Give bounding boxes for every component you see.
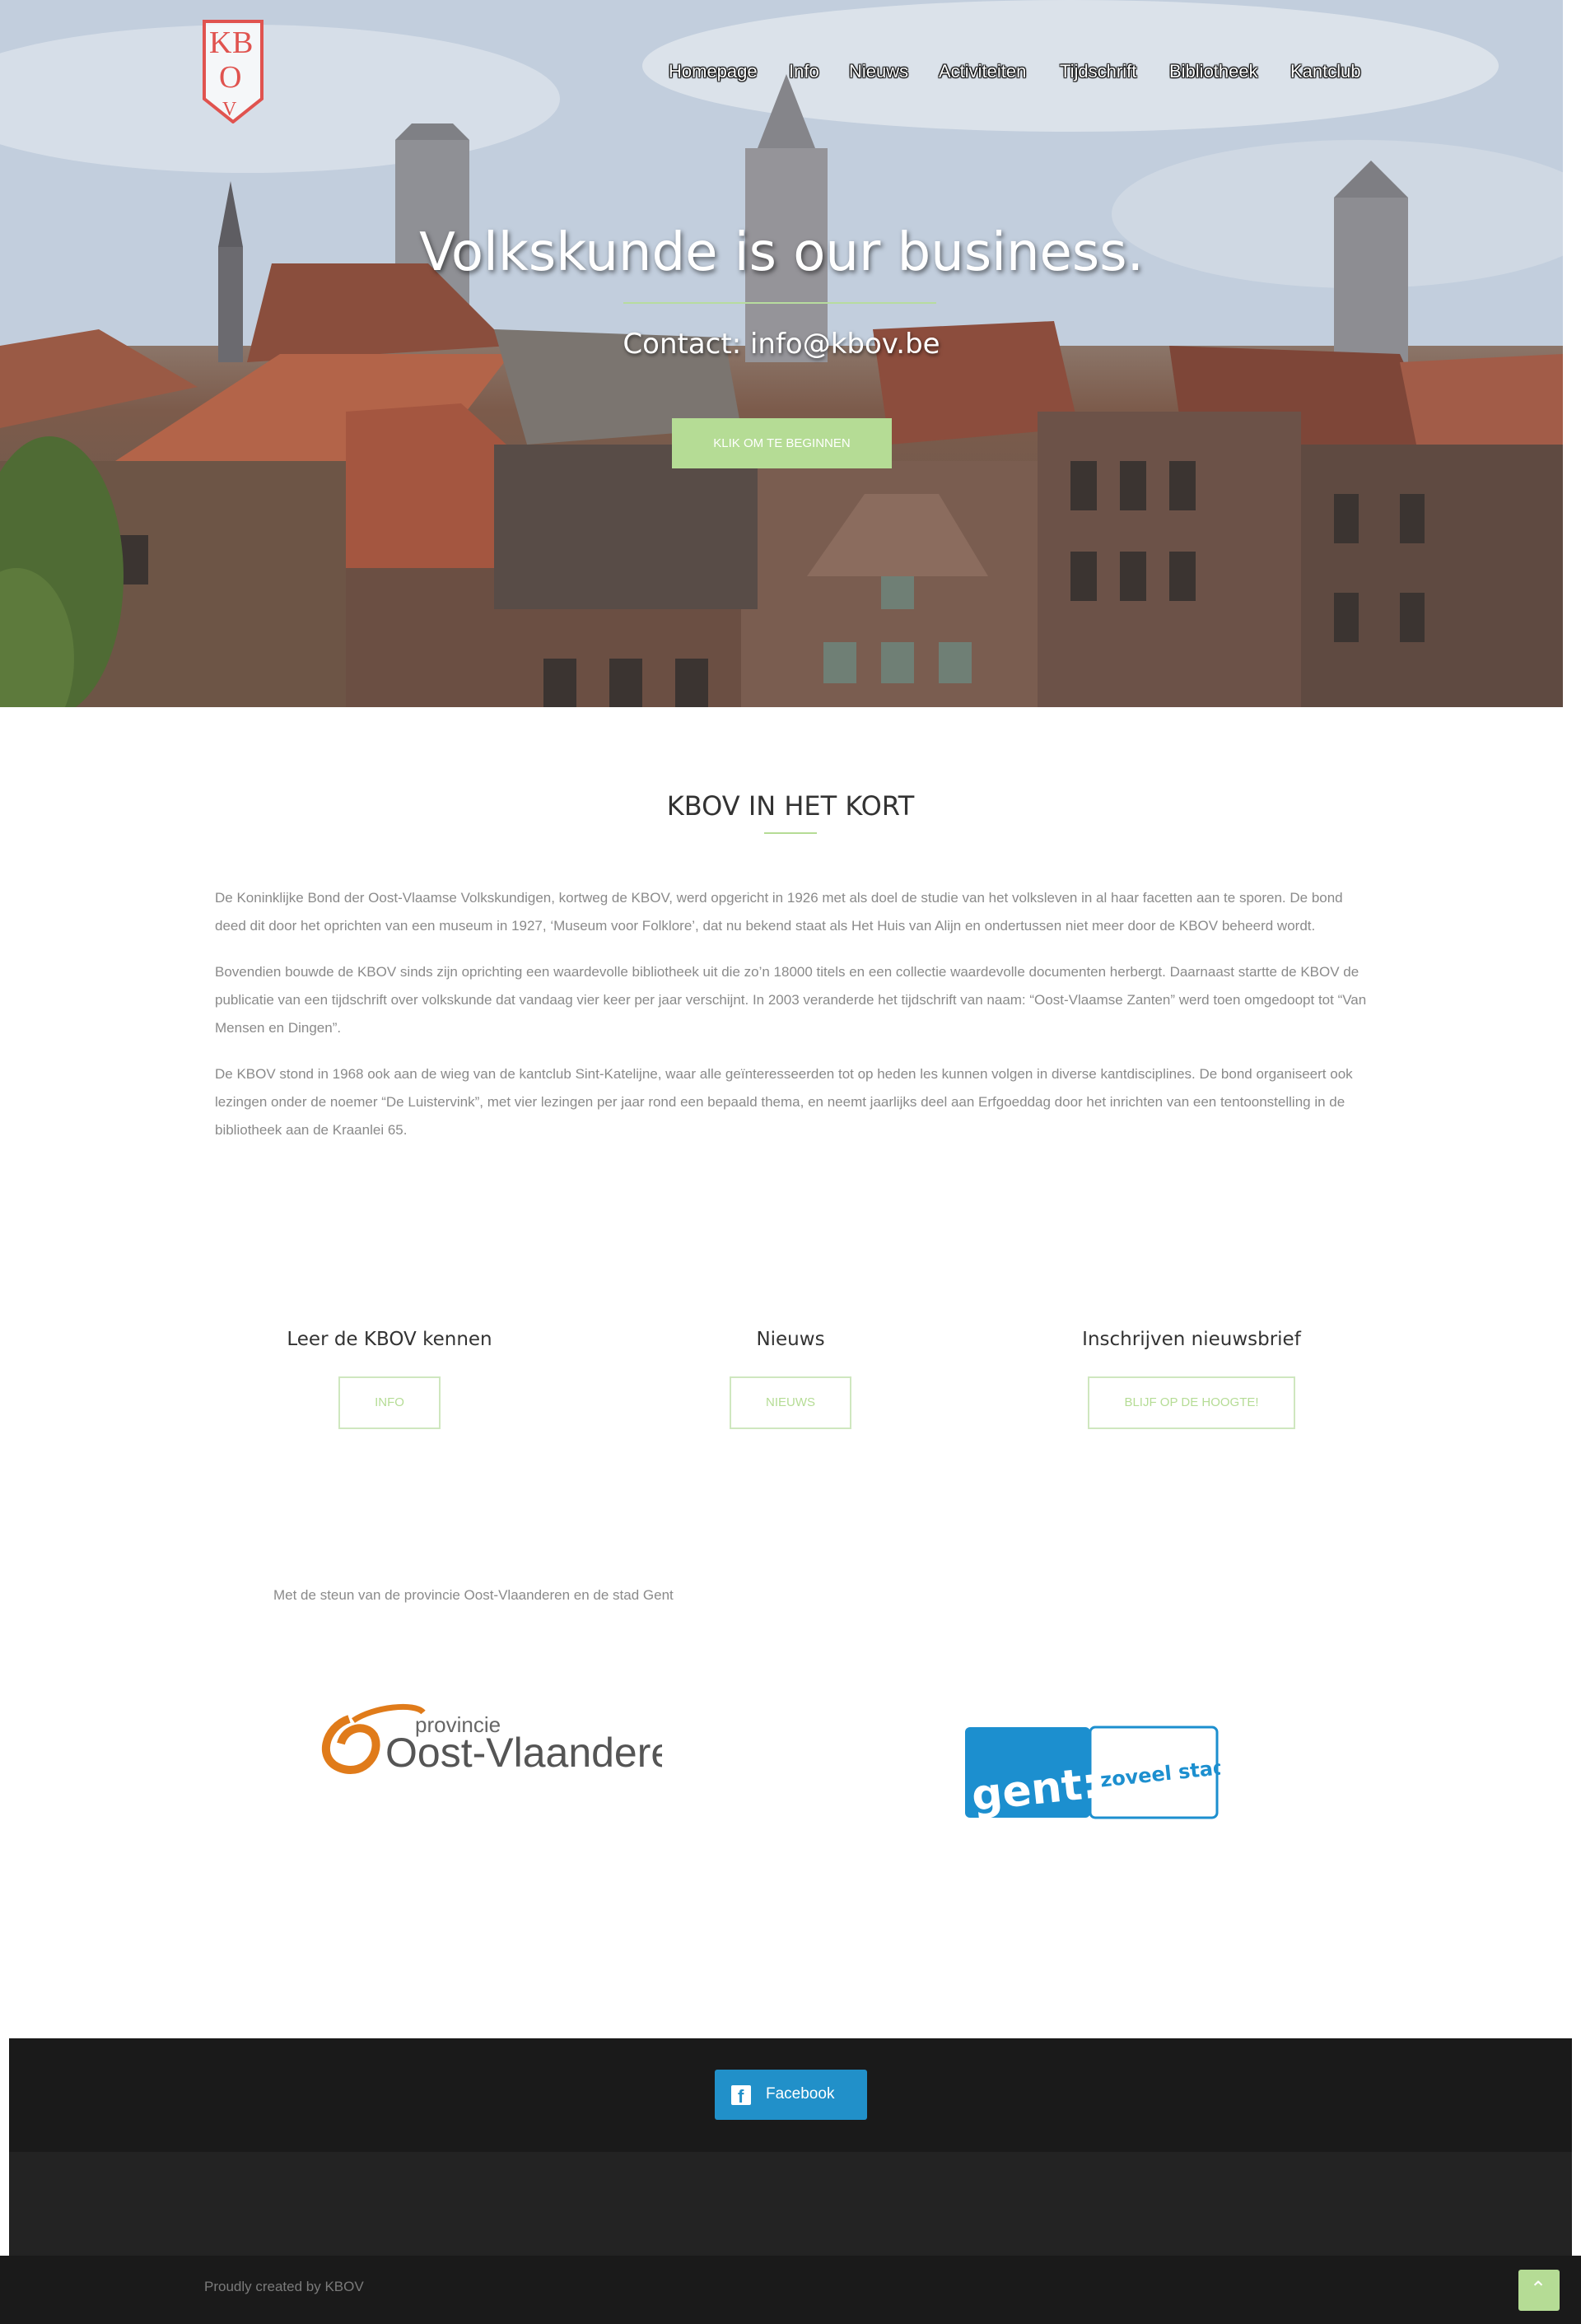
facebook-button[interactable]: f Facebook [715, 2070, 867, 2120]
nav-tijdschrift[interactable]: Tijdschrift [1060, 61, 1136, 82]
back-to-top-button[interactable]: ⌃ [1518, 2270, 1560, 2311]
hero-contact: Contact: info@kbov.be [623, 328, 940, 361]
gent-logo[interactable]: gent: zoveel stad [963, 1726, 1220, 1821]
nav-homepage[interactable]: Homepage [669, 61, 758, 82]
intro-paragraph: De Koninklijke Bond der Oost-Vlaamse Vol… [215, 890, 1343, 934]
nav-info[interactable]: Info [789, 61, 819, 82]
section-title: KBOV IN HET KORT [666, 790, 915, 822]
news-button[interactable]: NIEUWS [730, 1376, 851, 1429]
hero-divider [623, 302, 936, 304]
svg-text:Oost-Vlaanderen: Oost-Vlaanderen [385, 1730, 662, 1776]
facebook-icon: f [731, 2085, 751, 2107]
footer-widgets [9, 2152, 1572, 2256]
nav-bibliotheek[interactable]: Bibliotheek [1169, 61, 1258, 82]
nav-nieuws[interactable]: Nieuws [849, 61, 908, 82]
section-divider [764, 832, 817, 834]
feature-title: Nieuws [756, 1329, 825, 1350]
svg-text:B: B [232, 26, 253, 60]
feature-title: Leer de KBOV kennen [287, 1329, 492, 1350]
intro-paragraph: De KBOV stond in 1968 ook aan de wieg va… [215, 1066, 1353, 1138]
info-button[interactable]: INFO [338, 1376, 441, 1429]
footer-credit: Proudly created by KBOV [204, 2279, 364, 2294]
newsletter-button[interactable]: BLIJF OP DE HOOGTE! [1088, 1376, 1295, 1429]
main-nav: Homepage Info Nieuws Activiteiten Tijdsc… [0, 61, 1563, 86]
nav-kantclub[interactable]: Kantclub [1290, 61, 1361, 82]
svg-text:K: K [209, 26, 232, 60]
facebook-label: Facebook [766, 2085, 835, 2103]
intro-text: De Koninklijke Bond der Oost-Vlaamse Vol… [215, 884, 1368, 1162]
start-button[interactable]: KLIK OM TE BEGINNEN [672, 418, 892, 468]
feature-title: Inschrijven nieuwsbrief [1082, 1329, 1301, 1350]
hero-title: Volkskunde is our business. [419, 222, 1144, 283]
oost-vlaanderen-logo[interactable]: provincie Oost-Vlaanderen [316, 1702, 662, 1777]
hero-section: K B O V Homepage Info Nieuws Activiteite… [0, 0, 1563, 707]
intro-paragraph: Bovendien bouwde de KBOV sinds zijn opri… [215, 964, 1367, 1036]
feature-news: Nieuws NIEUWS [618, 1329, 963, 1429]
feature-info: Leer de KBOV kennen INFO [217, 1329, 562, 1429]
svg-text:V: V [222, 99, 237, 120]
feature-newsletter: Inschrijven nieuwsbrief BLIJF OP DE HOOG… [1019, 1329, 1364, 1429]
chevron-up-icon: ⌃ [1530, 2277, 1547, 2300]
nav-activiteiten[interactable]: Activiteiten [939, 61, 1026, 82]
support-text: Met de steun van de provincie Oost-Vlaan… [273, 1587, 674, 1603]
